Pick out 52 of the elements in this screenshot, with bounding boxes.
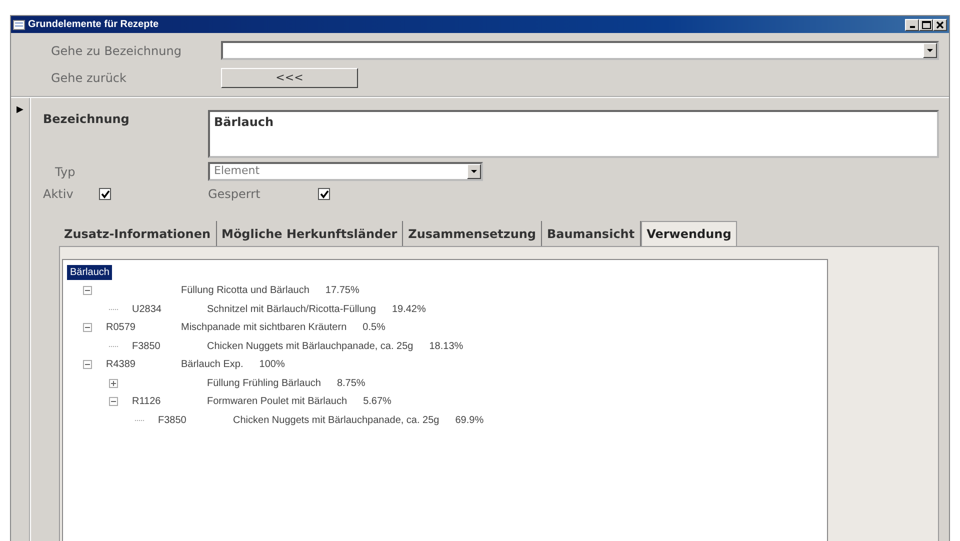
tree-item[interactable]: Schnitzel mit Bärlauch/Ricotta-Füllung [207,302,376,317]
tree-item-code: R0579 [106,321,136,336]
minimize-icon [910,26,914,28]
tab[interactable]: Verwendung [640,221,738,246]
tree-item[interactable]: Bärlauch Exp. [181,357,244,372]
window-title: Grundelemente für Rezepte [28,18,159,32]
collapse-icon[interactable] [109,397,118,406]
tree-item-share: 5.67% [363,395,392,410]
tree-item[interactable]: Füllung Ricotta und Bärlauch [181,283,310,298]
tree-item-share: 17.75% [325,284,360,298]
tree-item[interactable]: Mischpanade mit sichtbaren Kräutern [181,320,347,336]
window-icon [13,20,25,30]
tree-item-share: 18.13% [429,340,464,354]
tree-item-code: F3850 [158,414,188,428]
collapse-icon[interactable] [83,360,92,370]
close-button[interactable] [933,18,947,30]
back-label: Gehe zurück [51,70,128,87]
tree-item-share: 8.75% [336,376,366,391]
expand-icon[interactable] [109,378,118,388]
tree-item[interactable]: Füllung Frühling Bärlauch [207,376,321,391]
goto-combo[interactable] [221,41,939,60]
tree-item[interactable]: Bärlauch [67,264,112,280]
tree-item[interactable]: Chicken Nuggets mit Bärlauchpanade, ca. 25g [233,412,440,428]
back-button[interactable]: <<< [221,68,358,88]
dropdown-icon [923,43,937,58]
record-selector-icon: ▶ [16,104,24,116]
checkbox[interactable] [99,188,111,200]
collapse-icon[interactable] [83,286,92,296]
tree-item-code: U2834 [132,302,162,317]
tree-item-code: F3850 [132,340,162,354]
name-field[interactable]: Bärlauch [208,110,939,158]
type-label: Typ [54,164,76,180]
checkbox[interactable] [318,188,330,200]
type-combo[interactable]: Element [208,162,483,181]
tree-item-share: 19.42% [392,302,426,317]
tree-item[interactable]: Formwaren Poulet mit Bärlauch [207,394,348,410]
tree-item-code: R4389 [106,358,136,372]
maximize-button[interactable] [919,18,933,30]
tree-item-share: 69.9% [455,414,484,428]
maximize-icon [922,20,930,28]
goto-label: Gehe zu Bezeichnung [51,42,182,60]
checkbox-label: Aktiv [43,186,74,203]
tree-item-share: 0.5% [362,321,386,336]
tree-item-share: 100% [259,358,285,372]
minimize-button[interactable] [905,18,919,30]
name-label: Bezeichnung [43,111,130,128]
collapse-icon[interactable] [83,323,92,332]
dropdown-icon [467,164,481,179]
tree-item[interactable]: Chicken Nuggets mit Bärlauchpanade, ca. 25g [207,338,414,354]
close-icon [936,20,944,28]
checkbox-label: Gesperrt [208,186,262,203]
tree-item-code: R1126 [132,395,162,410]
